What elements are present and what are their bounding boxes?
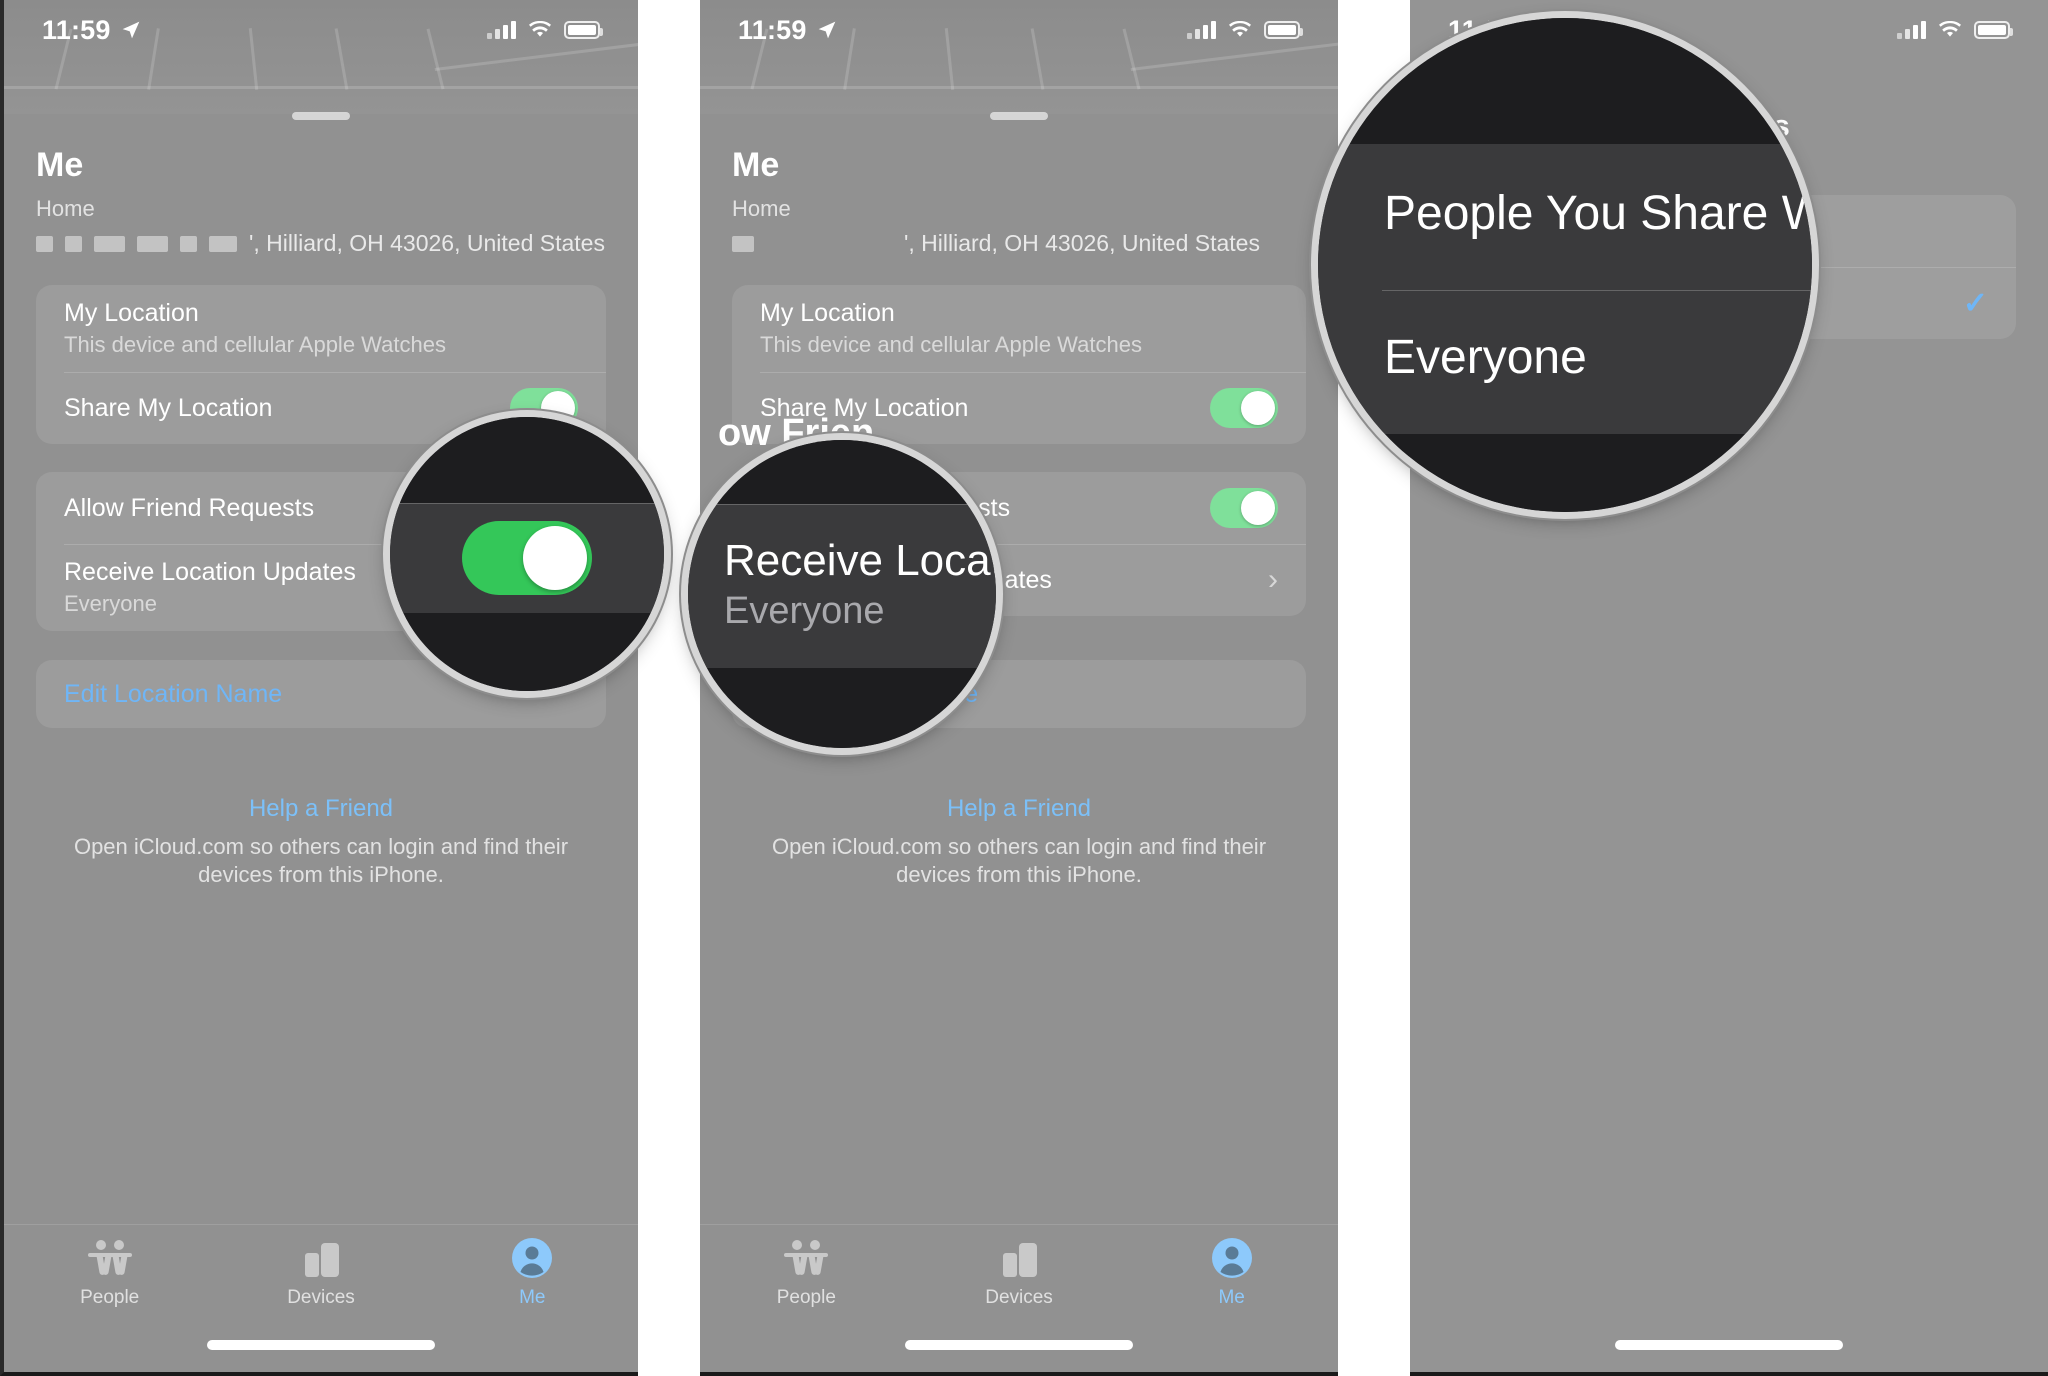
devices-icon [997,1235,1041,1279]
devices-icon [299,1235,343,1279]
footer-help-1: Help a Friend Open iCloud.com so others … [44,795,598,889]
allow-friend-requests-toggle[interactable] [1210,488,1278,528]
redacted-address [732,235,754,252]
magnifier-receive-location-updates: Receive Locatio Everyone [688,440,996,748]
home-indicator[interactable] [905,1340,1133,1350]
tab-label: Me [1218,1287,1245,1308]
tab-me[interactable]: Me [427,1235,638,1309]
sheet-grabber[interactable] [292,112,350,120]
tab-label: Me [519,1287,546,1308]
checkmark-icon: ✓ [1962,286,1988,320]
row-title: Share My Location [64,393,273,422]
tab-me[interactable]: Me [1125,1235,1338,1309]
row-my-location[interactable]: My Location This device and cellular App… [732,285,1306,372]
wifi-icon [529,21,551,37]
tab-bar-2: People Devices Me [700,1224,1338,1320]
tab-bar-1: People Devices Me [4,1224,638,1320]
magnifier-allow-friend-requests-toggle [390,417,664,691]
cellular-bars-icon [487,21,516,39]
address-text: ', Hilliard, OH 43026, United States [904,230,1260,256]
page-title: Me [732,146,780,184]
cellular-bars-icon [1187,21,1216,39]
share-my-location-toggle[interactable] [1210,388,1278,428]
address-block-2: Home ', Hilliard, OH 43026, United State… [732,196,1314,257]
footer-help-2: Help a Friend Open iCloud.com so others … [740,795,1298,889]
wifi-icon [1939,21,1961,37]
battery-icon [1974,21,2013,39]
row-subtitle: This device and cellular Apple Watches [64,332,446,357]
help-description: Open iCloud.com so others can login and … [771,834,1267,888]
status-bar-2: 11:59 [700,0,1338,60]
help-a-friend-link[interactable]: Help a Friend [740,795,1298,823]
magnified-row-title: Receive Locatio [724,536,996,585]
tab-label: Devices [985,1287,1053,1308]
address-text: ', Hilliard, OH 43026, United States [249,230,605,256]
allow-friend-requests-toggle-magnified[interactable] [462,521,592,595]
row-link-label: Edit Location Name [64,679,283,708]
row-title: My Location [760,299,895,327]
location-arrow-icon [122,21,139,39]
status-time: 11:59 [42,14,111,45]
address-block-1: Home ', Hilliard, OH 43026, United State… [36,196,614,257]
cellular-bars-icon [1897,21,1926,39]
three-panel-screenshot: 11:59 Me Home ', Hilliard, OH 43026, Uni… [0,0,2048,1376]
address-label: Home [36,196,95,221]
tab-label: People [80,1287,140,1308]
home-indicator[interactable] [207,1340,435,1350]
help-a-friend-link[interactable]: Help a Friend [44,795,598,823]
person-circle-icon [1211,1235,1253,1279]
redacted-address [36,235,237,252]
row-subtitle: This device and cellular Apple Watches [760,332,1142,357]
tab-people[interactable]: People [4,1235,215,1309]
people-icon [783,1235,829,1279]
row-title: My Location [64,299,199,327]
magnified-option-people-you-share-with[interactable]: People You Share Wit [1384,186,1812,241]
tab-devices[interactable]: Devices [215,1235,426,1309]
wifi-icon [1229,21,1251,37]
location-arrow-icon [818,21,835,39]
row-subtitle: Everyone [64,591,157,616]
home-indicator[interactable] [1615,1340,1843,1350]
people-icon [87,1235,133,1279]
battery-icon [564,21,603,39]
person-circle-icon [511,1235,553,1279]
sheet-grabber[interactable] [990,112,1048,120]
magnified-row-subtitle: Everyone [724,590,885,632]
tab-label: Devices [287,1287,355,1308]
help-description: Open iCloud.com so others can login and … [73,834,569,888]
row-title: Allow Friend Requests [64,493,315,522]
chevron-right-icon: › [1268,563,1278,596]
tab-label: People [776,1287,836,1308]
tab-devices[interactable]: Devices [913,1235,1126,1309]
page-title: Me [36,146,84,184]
address-label: Home [732,196,791,221]
battery-icon [1264,21,1303,39]
row-my-location[interactable]: My Location This device and cellular App… [36,285,606,372]
magnifier-receive-updates-options: People You Share Wit Everyone [1318,18,1812,512]
row-title: Receive Location Updates [64,558,356,586]
magnified-option-everyone[interactable]: Everyone [1384,330,1587,385]
status-time: 11:59 [738,14,807,45]
tab-people[interactable]: People [700,1235,913,1309]
status-bar-1: 11:59 [4,0,638,60]
